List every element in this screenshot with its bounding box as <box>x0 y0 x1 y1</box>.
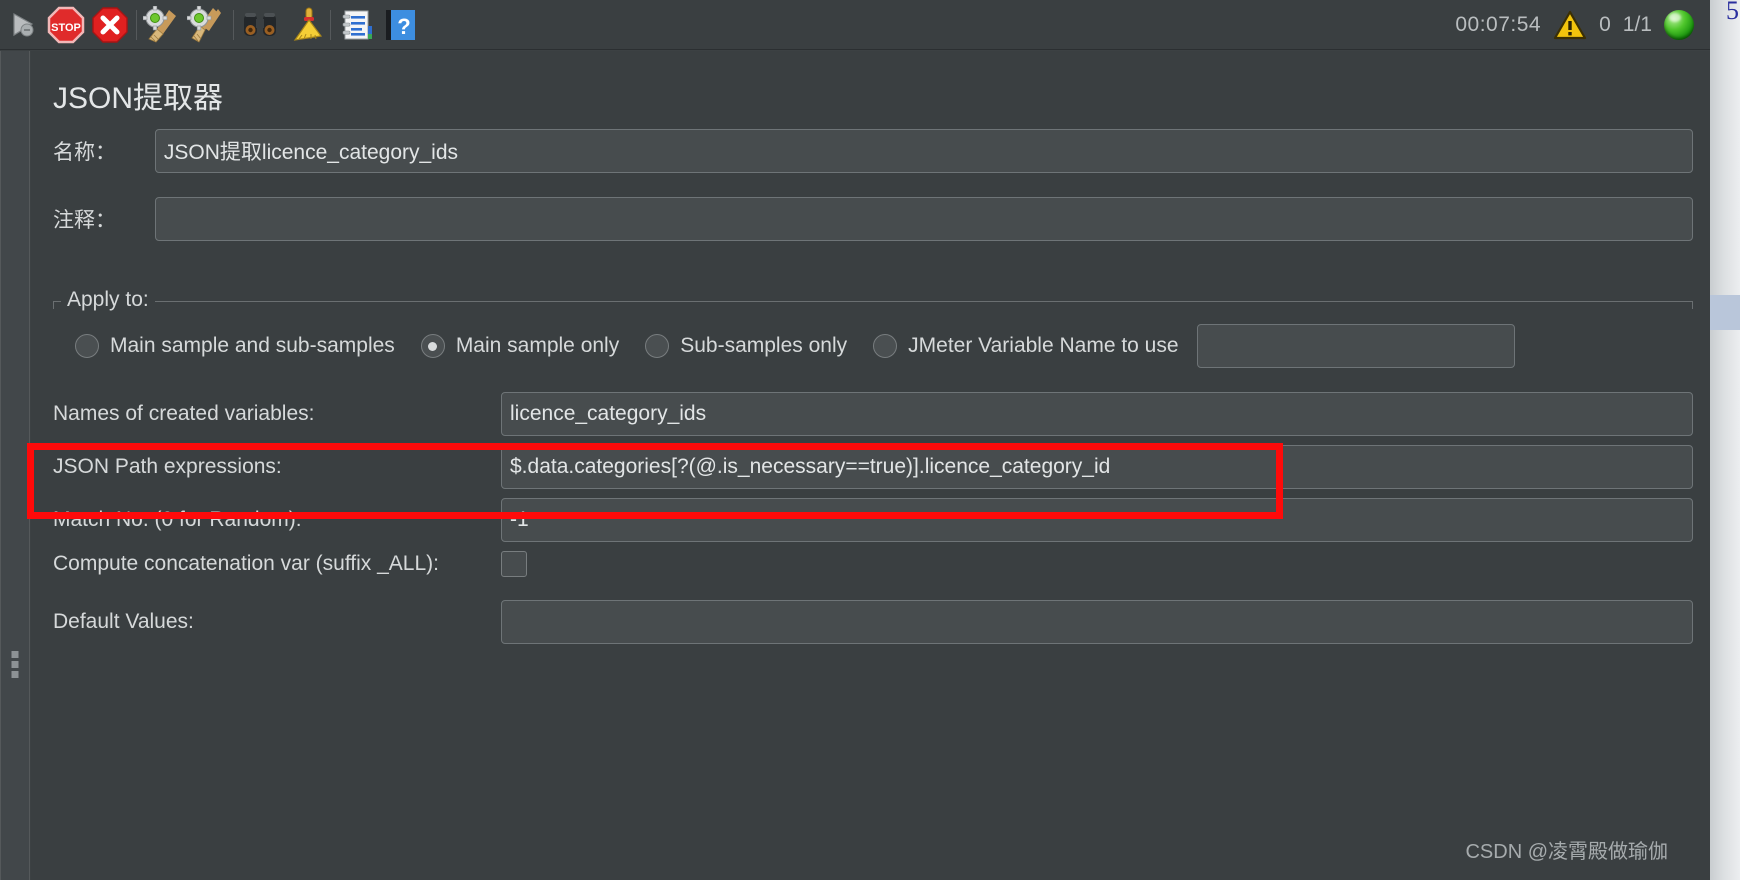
name-row: 名称： JSON提取licence_category_ids <box>53 129 1693 173</box>
radio-circle-selected-icon[interactable] <box>420 334 445 358</box>
radio-label: JMeter Variable Name to use <box>908 334 1179 357</box>
error-count: 0 <box>1599 12 1611 36</box>
concat-row: Compute concatenation var (suffix _ALL): <box>53 551 1693 577</box>
comment-input[interactable] <box>154 197 1693 241</box>
clear-button[interactable] <box>141 3 185 47</box>
red-x-icon <box>92 6 128 43</box>
stop-sign-icon: STOP <box>47 6 85 43</box>
radio-label: Main sample and sub-samples <box>110 334 395 357</box>
svg-text:STOP: STOP <box>51 22 81 34</box>
start-button[interactable] <box>0 3 44 47</box>
jmeter-variable-name-input[interactable] <box>1196 324 1515 368</box>
comment-label: 注释： <box>53 209 116 232</box>
clear-all-button[interactable] <box>185 3 229 47</box>
radio-circle-icon[interactable] <box>873 334 898 358</box>
toolbar-separator <box>233 9 234 40</box>
gear-broom-icon <box>143 5 176 42</box>
toolbar-separator <box>136 9 137 40</box>
page-title: JSON提取器 <box>53 82 224 115</box>
reset-search-button[interactable] <box>282 3 326 47</box>
stop-button[interactable]: STOP <box>44 3 88 47</box>
json-extractor-panel: JSON提取器 名称： JSON提取licence_category_ids 注… <box>31 51 1710 880</box>
panel-splitter[interactable] <box>0 51 30 880</box>
radio-jmeter-variable[interactable]: JMeter Variable Name to use <box>873 334 1179 358</box>
elapsed-timer: 00:07:54 <box>1455 12 1542 36</box>
concat-label: Compute concatenation var (suffix _ALL): <box>53 552 439 575</box>
play-arrow-icon <box>13 12 34 36</box>
default-values-label: Default Values: <box>53 610 194 633</box>
match-no-row: Match No. (0 for Random): -1 <box>53 498 1693 542</box>
gear-broom-icon <box>187 5 221 43</box>
background-window-selection <box>1710 295 1740 330</box>
match-no-label: Match No. (0 for Random): <box>53 508 302 531</box>
name-label: 名称： <box>53 141 116 164</box>
splitter-grip-icon[interactable] <box>11 651 19 678</box>
active-threads-count: 1/1 <box>1622 12 1652 36</box>
json-path-input[interactable]: $.data.categories[?(@.is_necessary==true… <box>501 445 1693 489</box>
apply-to-group: Apply to: Main sample and sub-samples Ma… <box>53 288 1693 373</box>
concat-checkbox[interactable] <box>501 551 527 577</box>
binoculars-icon <box>244 12 276 36</box>
radio-circle-icon[interactable] <box>645 334 670 358</box>
group-border-right <box>1692 301 1693 309</box>
jmeter-window: 5 STOP ? 00:07:54 0 1/1 JSON提取器 名称： JSON… <box>0 0 1740 880</box>
default-values-input[interactable] <box>501 600 1693 644</box>
created-variables-row: Names of created variables: licence_cate… <box>53 392 1693 436</box>
apply-to-radio-row: Main sample and sub-samples Main sample … <box>75 324 1515 368</box>
run-indicator-icon <box>1664 9 1694 40</box>
json-path-label: JSON Path expressions: <box>53 455 282 478</box>
help-button[interactable]: ? <box>379 3 423 47</box>
group-border-left <box>53 301 54 309</box>
watermark: CSDN @凌霄殿做瑜伽 <box>1465 841 1668 863</box>
apply-to-legend: Apply to: <box>61 288 155 312</box>
toolbar: STOP ? 00:07:54 0 1/1 <box>0 0 1710 50</box>
function-helper-button[interactable] <box>335 3 379 47</box>
created-variables-label: Names of created variables: <box>53 402 315 425</box>
blue-question-icon: ? <box>386 9 415 40</box>
json-path-row: JSON Path expressions: $.data.categories… <box>53 445 1693 489</box>
radio-main-only[interactable]: Main sample only <box>420 334 620 358</box>
shutdown-button[interactable] <box>88 3 132 47</box>
background-window-text: 5 <box>1726 0 1739 25</box>
radio-main-and-sub[interactable]: Main sample and sub-samples <box>75 334 395 358</box>
toolbar-status-area: 00:07:54 0 1/1 <box>1455 9 1710 40</box>
radio-circle-icon[interactable] <box>75 334 99 358</box>
match-no-input[interactable]: -1 <box>501 498 1693 542</box>
search-button[interactable] <box>238 3 282 47</box>
radio-label: Sub-samples only <box>680 334 848 357</box>
comment-row: 注释： <box>53 197 1693 241</box>
svg-text:?: ? <box>397 14 410 39</box>
notes-list-icon <box>342 10 372 39</box>
radio-label: Main sample only <box>455 334 620 357</box>
radio-sub-only[interactable]: Sub-samples only <box>645 334 847 358</box>
created-variables-input[interactable]: licence_category_ids <box>501 392 1693 436</box>
toolbar-separator <box>330 9 331 40</box>
background-window-strip[interactable]: 5 <box>1710 0 1740 880</box>
warning-triangle-icon[interactable] <box>1553 10 1587 40</box>
default-values-row: Default Values: <box>53 600 1693 644</box>
yellow-broom-icon <box>293 7 323 41</box>
name-input[interactable]: JSON提取licence_category_ids <box>154 129 1693 173</box>
